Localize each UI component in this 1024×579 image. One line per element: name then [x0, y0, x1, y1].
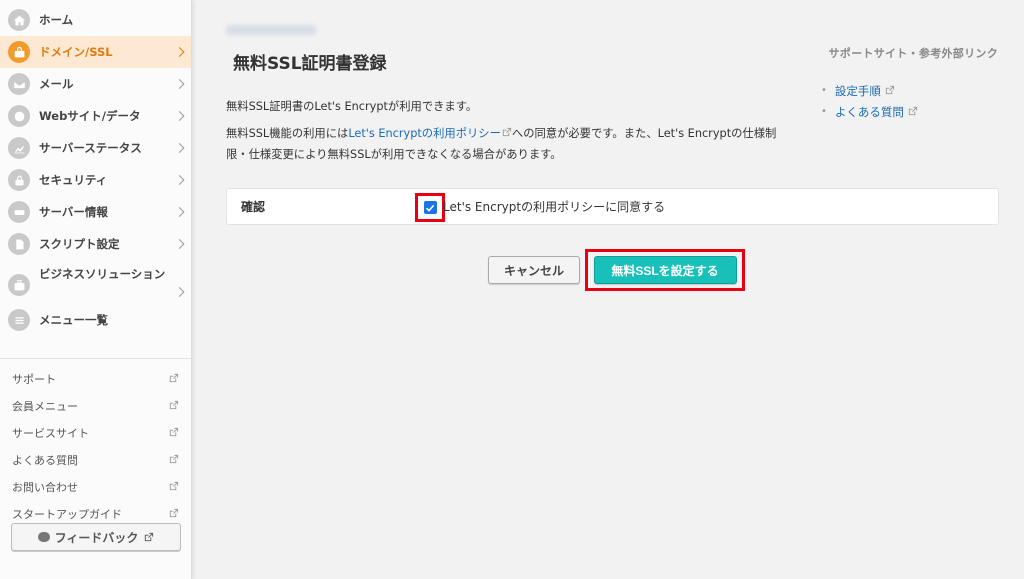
sidebar-item-domain-ssl[interactable]: ドメイン/SSL	[0, 36, 191, 68]
sidebar-external-links: サポート 会員メニュー サービスサイト よくある質問 お問い合わせ スタートアッ…	[0, 358, 191, 527]
description-text: 無料SSL機能の利用には	[226, 127, 349, 140]
list-icon	[8, 309, 30, 331]
sidebar-item-label: サーバーステータス	[39, 140, 142, 155]
link-label: よくある質問	[834, 104, 904, 119]
external-link-icon	[168, 508, 179, 519]
description: 無料SSL証明書のLet's Encryptが利用できます。 無料SSL機能の利…	[226, 96, 796, 171]
mail-icon	[8, 73, 30, 95]
status-chart-icon	[8, 137, 30, 159]
sidebar-item-home[interactable]: ホーム	[0, 4, 191, 36]
external-link-icon	[168, 400, 179, 411]
sidebar-item-label: セキュリティ	[39, 172, 108, 187]
script-icon	[8, 233, 30, 255]
chat-bubble-icon	[37, 532, 50, 542]
domain-icon	[8, 41, 30, 63]
set-free-ssl-button[interactable]: 無料SSLを設定する	[593, 256, 737, 284]
link-label: サービスサイト	[12, 426, 89, 440]
link-label: 設定手順	[834, 83, 881, 98]
agree-checkbox-label[interactable]: Let's Encryptの利用ポリシーに同意する	[443, 198, 665, 215]
sidebar-link-contact[interactable]: お問い合わせ	[0, 473, 191, 500]
sidebar-item-label: ホーム	[39, 12, 74, 27]
sidebar-item-server-info[interactable]: サーバー情報	[0, 196, 191, 228]
link-label: スタートアップガイド	[12, 507, 122, 521]
check-icon	[425, 204, 435, 212]
external-link-icon	[907, 106, 918, 117]
sidebar-item-script-settings[interactable]: スクリプト設定	[0, 228, 191, 260]
sidebar-item-website-data[interactable]: Webサイト/データ	[0, 100, 191, 132]
page-title: 無料SSL証明書登録	[233, 54, 387, 74]
checkbox-highlight	[415, 193, 445, 222]
server-icon	[8, 201, 30, 223]
chevron-right-icon	[174, 287, 185, 297]
sidebar-item-label: ドメイン/SSL	[39, 44, 113, 59]
globe-icon	[8, 105, 30, 127]
external-link-icon	[143, 532, 154, 543]
sidebar: ホーム ドメイン/SSL メール Webサイト/データ サーバーステータス セキ…	[0, 0, 192, 579]
chevron-right-icon	[174, 239, 185, 249]
description-line-2: 無料SSL機能の利用にはLet's Encryptの利用ポリシー への同意が必要で…	[226, 123, 796, 165]
sidebar-item-label: ビジネスソリューション	[39, 267, 166, 281]
external-link-icon	[168, 454, 179, 465]
sidebar-item-label: メール	[39, 76, 74, 91]
sidebar-item-server-status[interactable]: サーバーステータス	[0, 132, 191, 164]
support-link-setup-guide[interactable]: 設定手順	[821, 80, 918, 101]
main-content: 無料SSL証明書登録 サポートサイト・参考外部リンク 設定手順 よくある質問 無…	[196, 0, 1024, 579]
description-line-1: 無料SSL証明書のLet's Encryptが利用できます。	[226, 100, 478, 113]
link-label: サポート	[12, 372, 56, 386]
briefcase-icon	[8, 274, 30, 296]
support-heading: サポートサイト・参考外部リンク	[828, 47, 998, 60]
feedback-label: フィードバック	[54, 530, 139, 545]
breadcrumb	[226, 25, 316, 35]
confirm-row: 確認 Let's Encryptの利用ポリシーに同意する	[226, 188, 999, 225]
agree-checkbox[interactable]	[423, 201, 437, 214]
sidebar-link-service-site[interactable]: サービスサイト	[0, 419, 191, 446]
support-links: 設定手順 よくある質問	[821, 80, 918, 122]
sidebar-item-label: メニュー一覧	[39, 312, 108, 327]
sidebar-item-mail[interactable]: メール	[0, 68, 191, 100]
sidebar-item-security[interactable]: セキュリティ	[0, 164, 191, 196]
sidebar-link-faq[interactable]: よくある質問	[0, 446, 191, 473]
external-link-icon	[168, 427, 179, 438]
support-link-faq[interactable]: よくある質問	[821, 101, 918, 122]
chevron-right-icon	[174, 175, 185, 185]
home-icon	[8, 9, 30, 31]
link-label: お問い合わせ	[12, 480, 78, 494]
sidebar-link-member-menu[interactable]: 会員メニュー	[0, 392, 191, 419]
chevron-right-icon	[174, 79, 185, 89]
external-link-icon	[168, 373, 179, 384]
sidebar-item-label: スクリプト設定	[39, 236, 120, 251]
policy-link[interactable]: Let's Encryptの利用ポリシー	[348, 127, 501, 140]
sidebar-nav: ホーム ドメイン/SSL メール Webサイト/データ サーバーステータス セキ…	[0, 0, 191, 336]
sidebar-item-label: サーバー情報	[39, 204, 108, 219]
chevron-right-icon	[174, 207, 185, 217]
chevron-right-icon	[174, 143, 185, 153]
sidebar-link-support[interactable]: サポート	[0, 365, 191, 392]
external-link-icon	[884, 85, 895, 96]
external-link-icon	[168, 481, 179, 492]
chevron-right-icon	[174, 47, 185, 57]
lock-icon	[8, 169, 30, 191]
chevron-right-icon	[174, 111, 185, 121]
sidebar-item-menu-list[interactable]: メニュー一覧	[0, 304, 191, 336]
feedback-button[interactable]: フィードバック	[11, 523, 181, 551]
link-label: 会員メニュー	[12, 399, 78, 413]
submit-highlight: 無料SSLを設定する	[585, 249, 745, 291]
external-link-icon	[501, 124, 512, 137]
cancel-button[interactable]: キャンセル	[488, 256, 580, 284]
sidebar-item-label: Webサイト/データ	[39, 108, 141, 123]
link-label: よくある質問	[12, 453, 78, 467]
confirm-label: 確認	[241, 200, 266, 214]
